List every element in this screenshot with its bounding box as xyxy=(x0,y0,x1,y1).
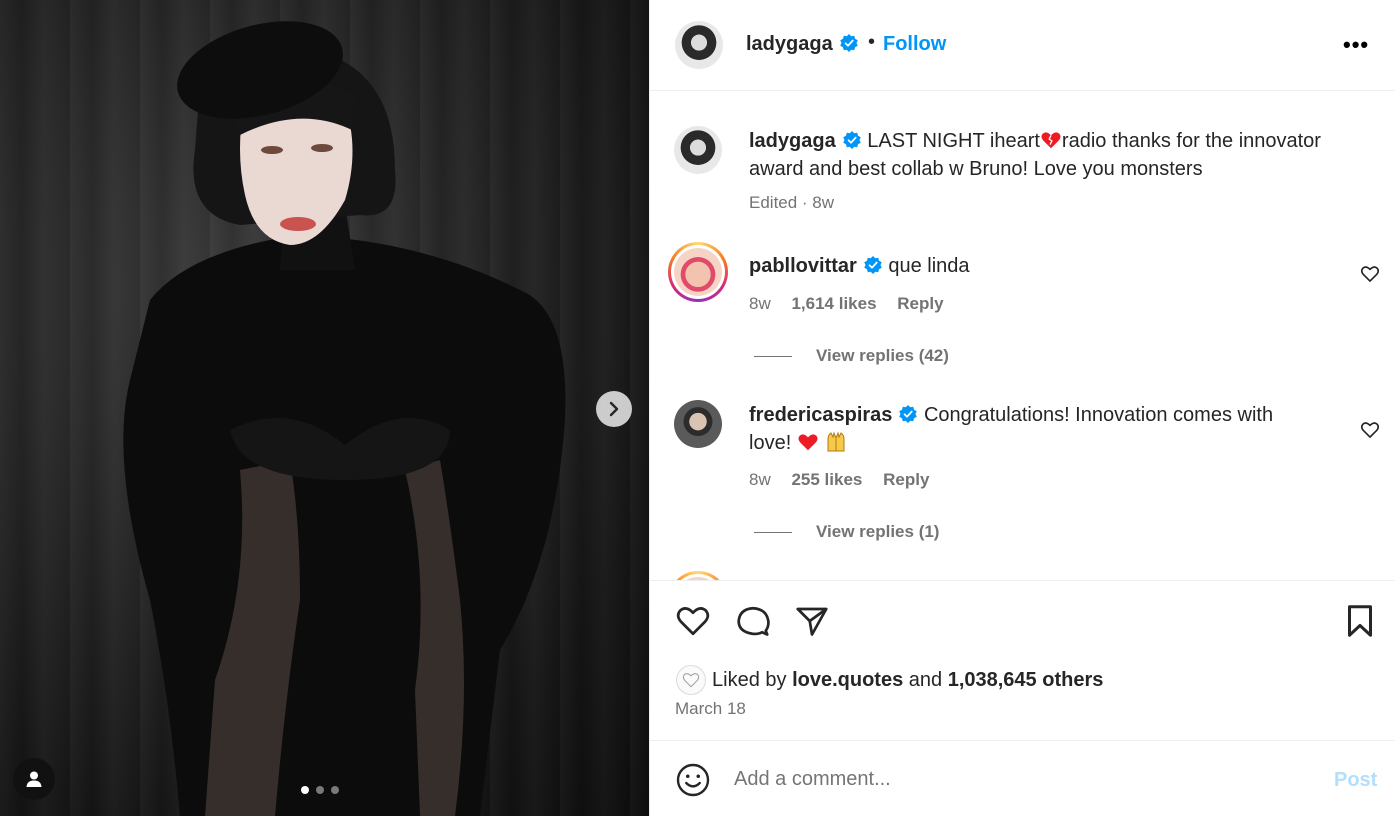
view-replies-label[interactable]: View replies (42) xyxy=(816,346,949,366)
post-header: ladygaga • Follow ••• xyxy=(650,0,1395,91)
view-replies-label[interactable]: View replies (1) xyxy=(816,522,939,542)
liker-avatar[interactable] xyxy=(676,665,706,695)
commenter-avatar[interactable] xyxy=(668,242,728,302)
verified-badge-icon xyxy=(839,34,858,52)
liked-by-user[interactable]: love.quotes xyxy=(792,669,903,692)
author-username[interactable]: ladygaga xyxy=(746,33,859,56)
caption-username[interactable]: ladygaga xyxy=(749,130,836,152)
liked-by-middle: and xyxy=(908,668,943,691)
comment-body: que linda xyxy=(888,255,970,277)
verified-badge-icon xyxy=(842,131,861,149)
comment-meta: 8w 1,614 likes Reply xyxy=(749,294,960,314)
comments-list[interactable]: ladygaga LAST NIGHT iheart radio thanks f… xyxy=(650,92,1395,580)
person-icon xyxy=(26,771,42,787)
verified-badge-icon xyxy=(864,256,882,274)
comment-username[interactable]: fredericaspiras xyxy=(749,404,892,426)
replies-divider xyxy=(754,531,792,533)
avatar-ring-inner xyxy=(671,245,725,299)
raising-hands-emoji-icon xyxy=(827,431,845,452)
comment-icon[interactable] xyxy=(735,603,771,639)
tagged-users-button[interactable] xyxy=(13,758,55,800)
comment-meta: 8w 255 likes Reply xyxy=(749,470,945,490)
carousel-dot xyxy=(301,786,309,794)
post-comment-button[interactable]: Post xyxy=(1334,769,1377,792)
caption-edited-time: Edited · 8w xyxy=(749,193,835,212)
carousel-next-button[interactable] xyxy=(596,391,632,427)
commenter-avatar[interactable] xyxy=(668,571,728,580)
like-comment-icon[interactable] xyxy=(1360,264,1380,284)
caption-body-part1: LAST NIGHT iheart xyxy=(867,130,1040,152)
follow-button[interactable]: Follow xyxy=(883,33,946,56)
author-avatar[interactable] xyxy=(675,21,723,69)
heart-icon xyxy=(682,673,700,688)
comment-username[interactable]: pabllovittar xyxy=(749,255,857,277)
post-media[interactable] xyxy=(0,0,649,816)
comment-likes[interactable]: 255 likes xyxy=(791,470,862,489)
red-heart-emoji-icon xyxy=(798,434,818,451)
post-date[interactable]: March 18 xyxy=(675,699,746,719)
carousel-dot xyxy=(331,786,339,794)
view-replies-button[interactable]: View replies (1) xyxy=(754,522,939,542)
comment-likes[interactable]: 1,614 likes xyxy=(791,294,876,313)
liked-by-others[interactable]: 1,038,645 others xyxy=(948,669,1104,692)
chevron-right-icon xyxy=(609,401,619,417)
post-actions: Liked by love.quotes and 1,038,645 other… xyxy=(650,580,1395,740)
author-username-text[interactable]: ladygaga xyxy=(746,33,833,55)
comment-time: 8w xyxy=(749,294,771,313)
verified-badge-icon xyxy=(899,405,918,423)
comment-time: 8w xyxy=(749,470,771,489)
comment-reply-button[interactable]: Reply xyxy=(883,470,929,489)
avatar-image xyxy=(674,248,722,296)
heart-icon[interactable] xyxy=(675,603,711,639)
comment-text: pabllovittar que linda xyxy=(749,252,1349,280)
comment-input[interactable] xyxy=(734,768,1294,791)
caption-text: ladygaga LAST NIGHT iheart radio thanks f… xyxy=(749,127,1349,183)
comment-composer: Post xyxy=(650,740,1395,816)
liked-by-prefix: Liked by xyxy=(712,668,787,691)
like-comment-icon[interactable] xyxy=(1360,420,1380,440)
carousel-dot xyxy=(316,786,324,794)
replies-divider xyxy=(754,355,792,357)
bookmark-icon[interactable] xyxy=(1342,603,1378,639)
post-photo xyxy=(123,21,566,816)
post-detail-panel: ladygaga • Follow ••• ladygaga LAST NIGH… xyxy=(649,0,1395,816)
carousel-dots xyxy=(301,786,339,794)
more-options-button[interactable]: ••• xyxy=(1343,32,1369,58)
caption-author-avatar[interactable] xyxy=(674,126,722,174)
broken-heart-emoji-icon xyxy=(1041,132,1061,149)
more-horizontal-icon: ••• xyxy=(1343,32,1370,57)
smiley-icon[interactable] xyxy=(675,762,711,798)
comment-reply-button[interactable]: Reply xyxy=(897,294,943,313)
caption-meta: Edited · 8w xyxy=(749,193,850,213)
view-replies-button[interactable]: View replies (42) xyxy=(754,346,949,366)
commenter-avatar[interactable] xyxy=(674,400,722,448)
comment-text: fredericaspiras Congratulations! Innovat… xyxy=(749,401,1309,457)
send-icon[interactable] xyxy=(794,603,830,639)
header-separator: • xyxy=(868,31,876,53)
likes-summary: Liked by love.quotes and 1,038,645 other… xyxy=(676,665,1103,695)
